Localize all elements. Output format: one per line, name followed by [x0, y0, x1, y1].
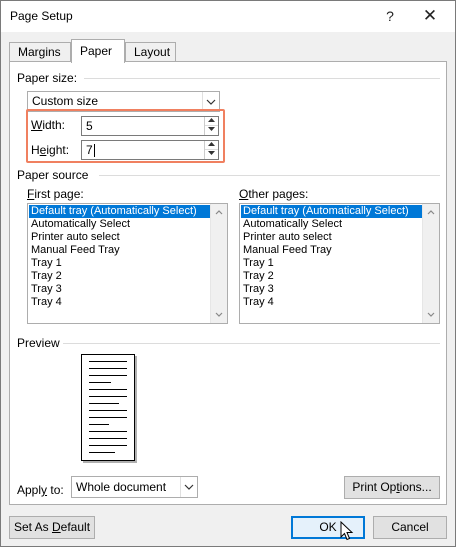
list-item[interactable]: Printer auto select — [29, 231, 210, 244]
list-item[interactable]: Default tray (Automatically Select) — [241, 205, 422, 218]
title-bar: Page Setup ? ✕ — [1, 1, 455, 32]
scroll-down-icon[interactable] — [211, 306, 227, 323]
scroll-up-icon[interactable] — [423, 204, 439, 221]
height-spin-down-icon[interactable] — [205, 150, 218, 159]
list-item[interactable]: Automatically Select — [29, 218, 210, 231]
tab-margins[interactable]: Margins — [9, 42, 71, 62]
paper-tab-panel: Paper size: Custom size Width: 5 Height: — [9, 61, 447, 505]
list-item[interactable]: Default tray (Automatically Select) — [29, 205, 210, 218]
list-item[interactable]: Tray 3 — [241, 283, 422, 296]
height-label: Height: — [31, 143, 70, 157]
list-item[interactable]: Tray 4 — [241, 296, 422, 309]
height-spin-up-icon[interactable] — [205, 141, 218, 150]
list-item[interactable]: Manual Feed Tray — [29, 244, 210, 257]
list-item[interactable]: Automatically Select — [241, 218, 422, 231]
tab-layout[interactable]: Layout — [125, 42, 176, 62]
page-preview-thumbnail — [81, 354, 135, 461]
list-item[interactable]: Tray 2 — [29, 270, 210, 283]
list-item[interactable]: Tray 1 — [29, 257, 210, 270]
scroll-down-icon[interactable] — [423, 306, 439, 323]
cancel-button[interactable]: Cancel — [373, 516, 447, 539]
close-button[interactable]: ✕ — [417, 4, 443, 28]
first-page-listbox[interactable]: Default tray (Automatically Select) Autom… — [27, 203, 228, 324]
text-caret — [94, 144, 95, 157]
help-button[interactable]: ? — [377, 4, 403, 28]
preview-divider — [63, 343, 440, 344]
list-item[interactable]: Manual Feed Tray — [241, 244, 422, 257]
paper-source-group-label: Paper source — [17, 168, 89, 182]
width-label: Width: — [31, 118, 66, 132]
height-value: 7 — [86, 143, 93, 157]
window-title: Page Setup — [10, 9, 73, 23]
scroll-up-icon[interactable] — [211, 204, 227, 221]
list-item[interactable]: Tray 2 — [241, 270, 422, 283]
other-pages-scrollbar[interactable] — [422, 204, 439, 323]
set-as-default-button[interactable]: Set As Default — [9, 516, 95, 539]
paper-source-divider — [99, 175, 440, 176]
first-page-label: First page: — [27, 187, 84, 201]
mouse-pointer-icon — [340, 521, 354, 541]
list-item[interactable]: Tray 4 — [29, 296, 210, 309]
print-options-button[interactable]: Print Options... — [344, 476, 440, 499]
paper-size-group-label: Paper size: — [17, 71, 78, 85]
page-setup-dialog: Page Setup ? ✕ Margins Paper Layout Pape… — [0, 0, 456, 547]
list-item[interactable]: Printer auto select — [241, 231, 422, 244]
paper-size-divider — [84, 78, 440, 79]
chevron-down-icon — [180, 477, 197, 497]
width-spin-down-icon[interactable] — [205, 126, 218, 135]
other-pages-items: Default tray (Automatically Select) Autom… — [241, 205, 422, 309]
first-page-scrollbar[interactable] — [210, 204, 227, 323]
apply-to-value: Whole document — [76, 480, 167, 494]
first-page-items: Default tray (Automatically Select) Autom… — [29, 205, 210, 309]
list-item[interactable]: Tray 1 — [241, 257, 422, 270]
apply-to-label: Apply to: — [17, 483, 64, 497]
preview-group-label: Preview — [17, 336, 60, 350]
list-item[interactable]: Tray 3 — [29, 283, 210, 296]
tab-paper[interactable]: Paper — [71, 39, 125, 63]
width-spinbox[interactable]: 5 — [81, 116, 219, 136]
width-value: 5 — [86, 119, 93, 133]
width-spin-up-icon[interactable] — [205, 117, 218, 126]
paper-size-value: Custom size — [32, 94, 99, 108]
height-spinbox[interactable]: 7 — [81, 140, 219, 160]
other-pages-listbox[interactable]: Default tray (Automatically Select) Autom… — [239, 203, 440, 324]
other-pages-label: Other pages: — [239, 187, 309, 201]
apply-to-dropdown[interactable]: Whole document — [71, 476, 198, 498]
